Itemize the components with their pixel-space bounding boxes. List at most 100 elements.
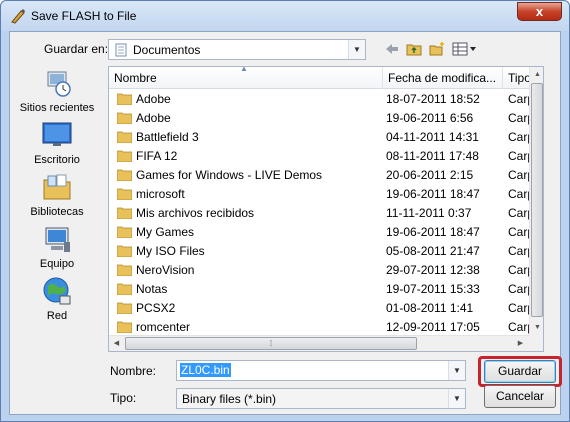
scrollbar-corner	[529, 335, 543, 351]
flash-app-icon	[11, 9, 25, 24]
file-row[interactable]: NeroVision29-07-2011 12:38Carpet	[109, 261, 532, 280]
save-button[interactable]: Guardar	[484, 360, 556, 383]
place-computer[interactable]: Equipo	[14, 224, 100, 274]
folder-icon	[117, 245, 132, 257]
folder-icon	[117, 112, 132, 124]
folder-icon	[117, 93, 132, 105]
file-date: 19-07-2011 15:33	[386, 282, 480, 296]
file-row[interactable]: My Games19-06-2011 18:47Carpet	[109, 223, 532, 242]
folder-icon	[117, 188, 132, 200]
file-row[interactable]: Mis archivos recibidos 11-11-2011 0:37 Car…	[109, 204, 532, 223]
file-date: 19-06-2011 6:56	[386, 111, 474, 125]
file-name: My ISO Files	[136, 244, 205, 258]
scroll-down-arrow-icon[interactable]: ▼	[530, 320, 543, 335]
file-row[interactable]: Notas19-07-2011 15:33Carpet	[109, 280, 532, 299]
folder-icon	[117, 150, 132, 162]
place-label: Sitios recientes	[19, 102, 95, 114]
file-name: My Games	[136, 225, 195, 239]
folder-icon	[117, 264, 132, 276]
save-in-combo[interactable]: Documentos ▼	[108, 39, 366, 60]
place-label: Escritorio	[34, 154, 80, 166]
place-desktop[interactable]: Escritorio	[14, 120, 100, 170]
file-row[interactable]: FIFA 1208-11-2011 17:48Carpet	[109, 147, 532, 166]
file-row[interactable]: PCSX201-08-2011 1:41Carpet	[109, 299, 532, 318]
file-row[interactable]: microsoft19-06-2011 18:47Carpet	[109, 185, 532, 204]
vertical-scrollbar[interactable]: ▲ ▼	[529, 67, 543, 335]
folder-icon	[117, 226, 132, 238]
file-row[interactable]: Games for Windows - LIVE Demos 20-06-2011…	[109, 166, 532, 185]
folder-icon	[117, 321, 132, 333]
filetype-label: Tipo:	[110, 391, 137, 405]
scroll-left-arrow-icon[interactable]: ◀	[109, 336, 124, 351]
file-name: FIFA 12	[136, 149, 178, 163]
column-header-name[interactable]: Nombre	[109, 67, 383, 89]
cancel-button[interactable]: Cancelar	[484, 385, 556, 408]
file-name: Games for Windows - LIVE Demos	[136, 168, 323, 182]
file-name: Battlefield 3	[136, 130, 199, 144]
file-date: 18-07-2011 18:52	[386, 92, 480, 106]
file-date: 04-11-2011 14:31	[386, 130, 479, 144]
dialog-body: Guardar en: Documentos ▼ Sitios reciente…	[9, 31, 562, 415]
computer-icon	[45, 227, 70, 252]
column-header-date[interactable]: Fecha de modifica...	[383, 67, 503, 89]
file-date: 20-06-2011 2:15	[386, 168, 474, 182]
folder-icon	[117, 131, 132, 143]
back-icon[interactable]	[384, 41, 400, 57]
filetype-select[interactable]: Binary files (*.bin) ▼	[176, 388, 466, 409]
filename-input[interactable]: ZL0C.bin ▼	[176, 360, 466, 381]
libraries-icon	[43, 174, 71, 200]
view-menu-icon[interactable]	[452, 41, 478, 57]
scroll-right-arrow-icon[interactable]: ▶	[513, 336, 528, 351]
folder-icon	[117, 207, 132, 219]
horizontal-scroll-thumb[interactable]: ⁞	[125, 337, 417, 350]
file-row[interactable]: Adobe18-07-2011 18:52Carpet	[109, 90, 532, 109]
network-icon	[43, 277, 71, 305]
file-row[interactable]: Battlefield 304-11-2011 14:31Carpet	[109, 128, 532, 147]
place-label: Bibliotecas	[30, 206, 84, 218]
file-list-header: ▲ Nombre Fecha de modifica... Tipo	[109, 67, 543, 89]
filetype-value: Binary files (*.bin)	[182, 392, 277, 406]
filename-label: Nombre:	[110, 364, 157, 378]
close-button[interactable]: x	[517, 2, 562, 21]
save-in-label: Guardar en:	[44, 42, 109, 56]
folder-icon	[117, 283, 132, 295]
file-row[interactable]: My ISO Files05-08-2011 21:47Carpet	[109, 242, 532, 261]
chevron-down-icon[interactable]: ▼	[448, 389, 465, 408]
file-date: 08-11-2011 17:48	[386, 149, 479, 163]
file-date: 19-06-2011 18:47	[386, 225, 480, 239]
title-bar: Save FLASH to File x	[1, 1, 569, 31]
file-name: Adobe	[136, 111, 171, 125]
folder-icon	[117, 302, 132, 314]
documents-folder-icon	[115, 43, 127, 57]
up-folder-icon[interactable]	[406, 41, 422, 57]
file-name: NeroVision	[136, 263, 195, 277]
place-label: Red	[46, 310, 68, 322]
file-row[interactable]: Adobe19-06-2011 6:56Carpet	[109, 109, 532, 128]
file-date: 01-08-2011 1:41	[386, 301, 474, 315]
file-date: 11-11-2011 0:37	[386, 206, 472, 220]
file-name: Mis archivos recibidos	[136, 206, 255, 220]
file-name: microsoft	[136, 187, 185, 201]
chevron-down-icon[interactable]: ▼	[448, 361, 465, 380]
filename-value: ZL0C.bin	[180, 363, 231, 377]
file-name: Notas	[136, 282, 168, 296]
scroll-up-arrow-icon[interactable]: ▲	[530, 67, 543, 82]
chevron-down-icon[interactable]: ▼	[348, 40, 365, 59]
place-recent[interactable]: Sitios recientes	[14, 68, 100, 118]
desktop-icon	[42, 122, 72, 146]
vertical-scroll-thumb[interactable]	[531, 83, 543, 317]
place-libraries[interactable]: Bibliotecas	[14, 172, 100, 222]
file-date: 05-08-2011 21:47	[386, 244, 480, 258]
recent-places-icon	[47, 71, 71, 97]
place-label: Equipo	[39, 258, 75, 270]
file-name: Adobe	[136, 92, 171, 106]
window-title: Save FLASH to File	[31, 9, 137, 23]
new-folder-icon[interactable]	[429, 41, 445, 57]
save-dialog: Save FLASH to File x Guardar en: Documen…	[0, 0, 570, 422]
file-date: 29-07-2011 12:38	[386, 263, 480, 277]
file-list[interactable]: ▲ Nombre Fecha de modifica... Tipo Adobe…	[108, 66, 544, 352]
place-network[interactable]: Red	[14, 276, 100, 326]
save-in-value: Documentos	[133, 43, 201, 57]
horizontal-scrollbar[interactable]: ◀ ⁞ ▶	[109, 335, 529, 351]
folder-icon	[117, 169, 132, 181]
